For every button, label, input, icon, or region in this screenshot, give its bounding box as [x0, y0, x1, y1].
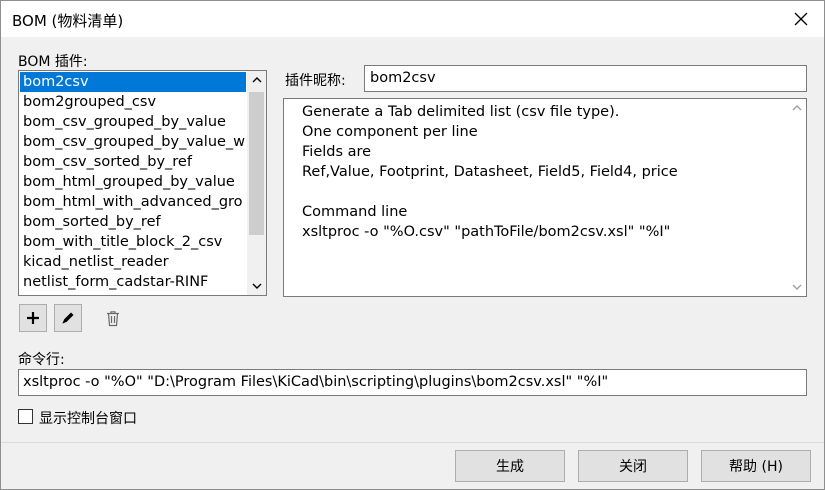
delete-plugin-button[interactable]: [99, 304, 127, 332]
plugin-description[interactable]: Generate a Tab delimited list (csv file …: [283, 98, 807, 297]
trash-icon: [107, 310, 119, 326]
nickname-value: bom2csv: [370, 70, 436, 86]
plugin-list-item[interactable]: bom2csv: [20, 72, 246, 92]
chevron-down-icon: [252, 283, 261, 289]
description-line: Ref,Value, Footprint, Datasheet, Field5,…: [302, 164, 678, 180]
plugin-list-item[interactable]: bom_html_with_advanced_gro: [20, 192, 246, 212]
generate-button[interactable]: 生成: [455, 450, 565, 482]
description-line: xsltproc -o "%O.csv" "pathToFile/bom2csv…: [302, 224, 671, 240]
description-lines: Generate a Tab delimited list (csv file …: [302, 102, 678, 242]
plugin-list-scrollbar[interactable]: [247, 71, 266, 295]
plugin-list-item[interactable]: bom_csv_sorted_by_ref: [20, 152, 246, 172]
scroll-up-button[interactable]: [247, 71, 266, 88]
chevron-up-icon: [252, 77, 261, 83]
show-console-checkbox[interactable]: [18, 409, 33, 424]
plugin-list-item[interactable]: kicad_netlist_reader: [20, 252, 246, 272]
plugin-list-item[interactable]: bom_csv_grouped_by_value: [20, 112, 246, 132]
command-value: xsltproc -o "%O" "D:\Program Files\KiCad…: [23, 374, 609, 390]
command-label: 命令行:: [18, 352, 65, 368]
plugin-list-items: bom2csv bom2grouped_csv bom_csv_grouped_by…: [20, 72, 246, 292]
plugin-list-item[interactable]: bom_sorted_by_ref: [20, 212, 246, 232]
description-scrollbar[interactable]: [787, 99, 806, 296]
plugin-list-item[interactable]: netlist_form_cadstar-RINF: [20, 272, 246, 292]
plugin-list-item[interactable]: bom2grouped_csv: [20, 92, 246, 112]
chevron-up-icon: [792, 105, 801, 111]
close-icon: [794, 12, 808, 26]
chevron-down-icon: [792, 284, 801, 290]
edit-plugin-button[interactable]: [54, 304, 82, 332]
desc-scroll-down-button[interactable]: [787, 279, 806, 296]
close-button[interactable]: 关闭: [578, 450, 688, 482]
close-window-button[interactable]: [778, 1, 824, 37]
plugin-list-item[interactable]: bom_with_title_block_2_csv: [20, 232, 246, 252]
nickname-label: 插件昵称:: [285, 73, 346, 89]
bom-dialog: BOM (物料清单) BOM 插件: bom2csv bom2grouped_cs…: [0, 0, 825, 490]
description-line: One component per line: [302, 124, 478, 140]
desc-scroll-up-button[interactable]: [787, 99, 806, 116]
help-button[interactable]: 帮助 (H): [701, 450, 811, 482]
show-console-label[interactable]: 显示控制台窗口: [39, 408, 137, 428]
plugin-list[interactable]: bom2csv bom2grouped_csv bom_csv_grouped_by…: [18, 70, 267, 296]
pencil-icon: [62, 312, 74, 324]
description-line: Fields are: [302, 144, 372, 160]
plugin-list-item[interactable]: bom_html_grouped_by_value: [20, 172, 246, 192]
plugins-label: BOM 插件:: [18, 54, 88, 70]
description-line: Command line: [302, 204, 408, 220]
scroll-down-button[interactable]: [247, 278, 266, 295]
plus-icon: [27, 312, 39, 324]
description-line: Generate a Tab delimited list (csv file …: [302, 104, 620, 120]
window-title: BOM (物料清单): [12, 12, 124, 30]
plugin-list-item[interactable]: bom_csv_grouped_by_value_w: [20, 132, 246, 152]
title-bar: BOM (物料清单): [1, 1, 824, 37]
add-plugin-button[interactable]: [19, 304, 47, 332]
description-line: [302, 182, 678, 202]
command-input[interactable]: xsltproc -o "%O" "D:\Program Files\KiCad…: [18, 369, 807, 396]
footer: 生成 关闭 帮助 (H): [1, 443, 824, 489]
nickname-input[interactable]: bom2csv: [364, 65, 807, 92]
scroll-thumb[interactable]: [249, 92, 264, 235]
